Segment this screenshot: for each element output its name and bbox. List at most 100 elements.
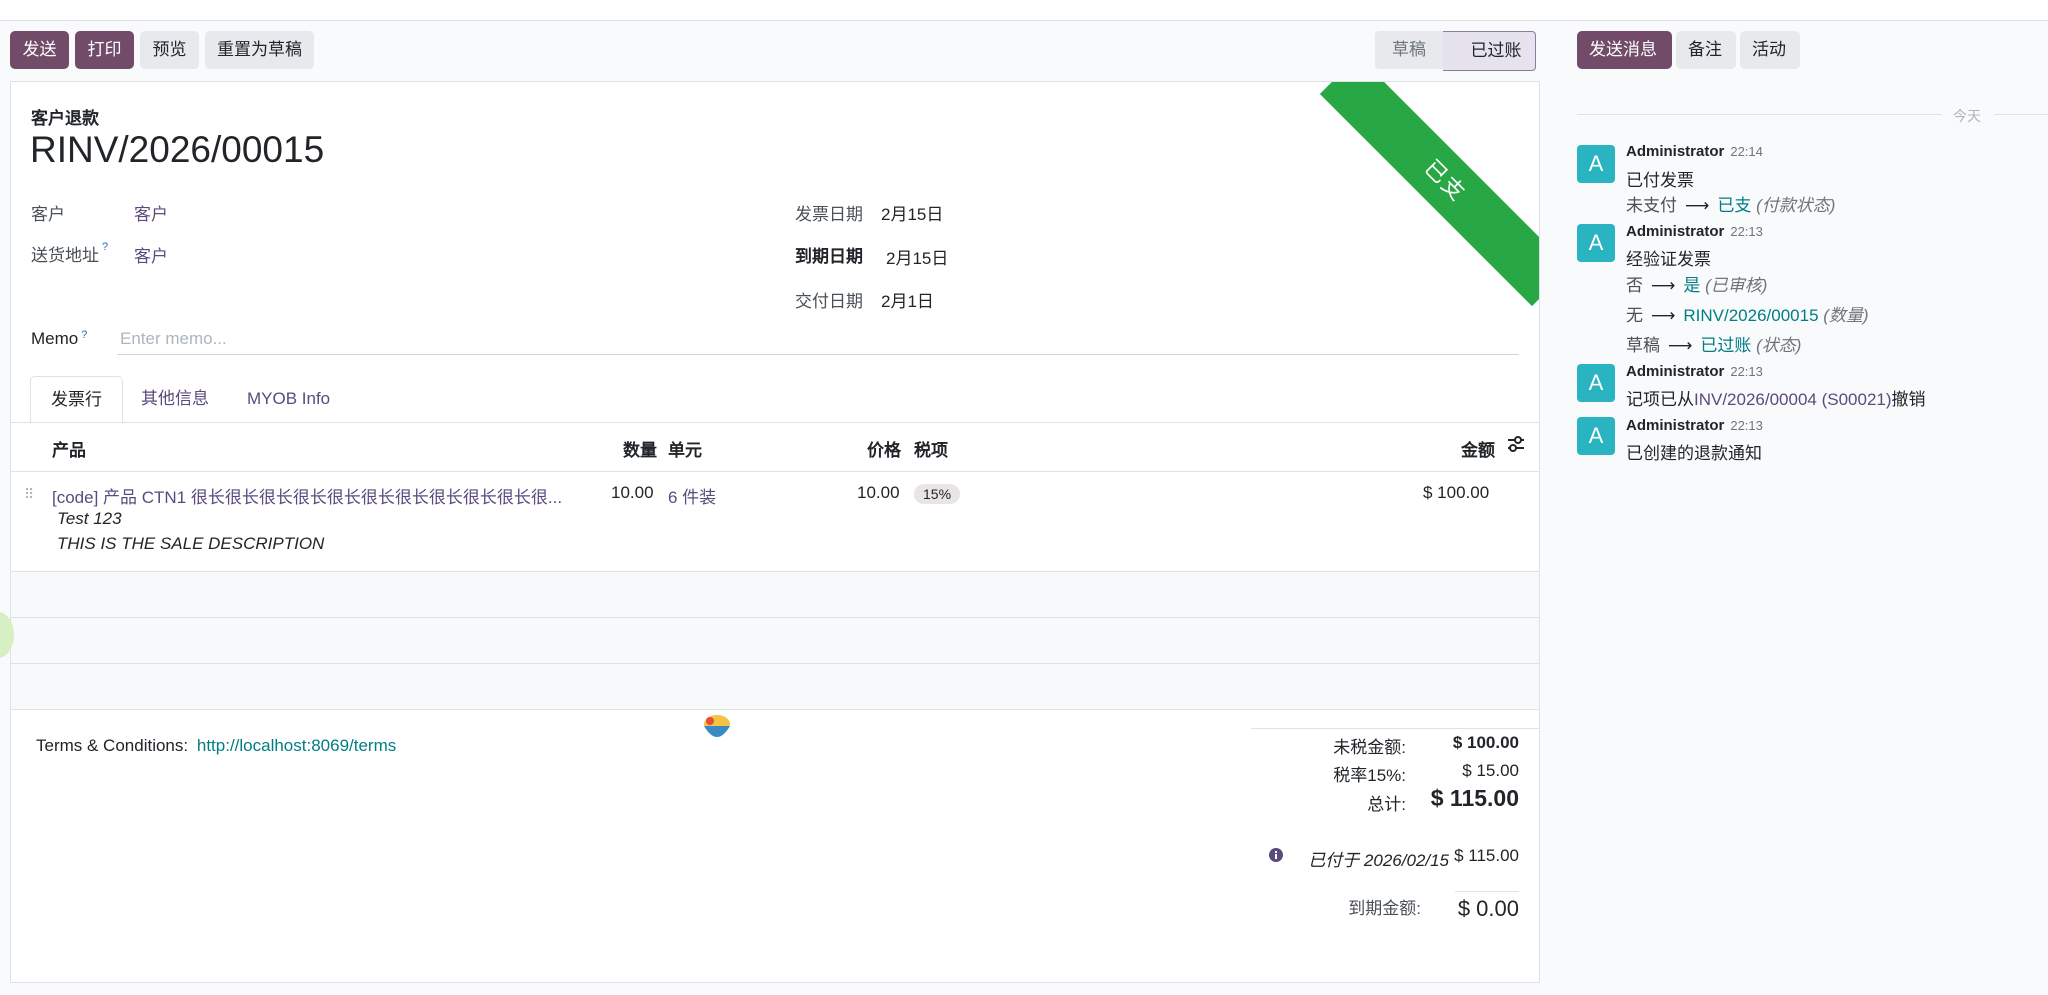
message-body: 记项已从INV/2026/00004 (S00021)撤销 [1626, 385, 1926, 410]
memo-label-text: Memo [31, 329, 79, 348]
amount-cell: $ 100.00 [1423, 483, 1490, 502]
tracking-new: 是 [1683, 276, 1701, 295]
empty-row[interactable] [11, 571, 1539, 617]
col-amount[interactable]: 金额 [1461, 436, 1495, 461]
memo-placeholder: Enter memo... [120, 329, 227, 348]
tax-label: 税率15%: [1333, 766, 1406, 785]
form-sheet: 已支 客户退款 RINV/2026/00015 客户 客户 送货地址? 客户 发… [10, 81, 1540, 983]
invoice-date-field[interactable]: 2月15日 [881, 200, 943, 225]
today-separator: 今天 [1953, 108, 1981, 124]
tracking-old: 未支付 [1626, 196, 1677, 215]
tracking-old: 否 [1626, 276, 1643, 295]
today-divider-left [1577, 114, 1942, 115]
message-time: 22:13 [1730, 224, 1763, 239]
price-cell[interactable]: 10.00 [857, 483, 900, 503]
activities-button[interactable]: 活动 [1740, 31, 1800, 69]
help-icon[interactable]: ? [81, 329, 87, 341]
status-posted[interactable]: 已过账 [1443, 31, 1536, 71]
col-product[interactable]: 产品 [52, 436, 86, 461]
preview-button[interactable]: 预览 [140, 31, 199, 69]
tracking-field: (付款状态) [1756, 196, 1836, 215]
tracking-field: (状态) [1756, 336, 1802, 355]
arrow-right-icon: ⟶ [1651, 306, 1676, 325]
top-navbar [0, 0, 2048, 21]
paid-amount: $ 115.00 [1454, 846, 1519, 865]
column-settings-icon[interactable] [1507, 435, 1525, 458]
status-draft[interactable]: 草稿 [1375, 31, 1443, 69]
log-note-button[interactable]: 备注 [1676, 31, 1736, 69]
table-row[interactable]: ⠿ [code] 产品 CTN1 很长很长很长很长很长很长很长很长很长很长很..… [11, 472, 1539, 553]
customer-label: 客户 [31, 205, 65, 224]
line-description-1: Test 123 [57, 509, 122, 528]
amount-due-value: $ 0.00 [1457, 896, 1519, 921]
untaxed-label: 未税金额: [1333, 738, 1406, 757]
tax-value: $ 15.00 [1462, 761, 1519, 780]
message-body: 经验证发票 [1626, 250, 1711, 269]
tab-myob-info[interactable]: MYOB Info [247, 376, 330, 422]
terms-conditions: Terms & Conditions: http://localhost:806… [36, 736, 396, 756]
untaxed-value: $ 100.00 [1452, 733, 1519, 752]
arrow-right-icon: ⟶ [1668, 336, 1693, 355]
message-author[interactable]: Administrator 22:13 [1626, 417, 1763, 434]
delivery-date-field[interactable]: 2月1日 [881, 287, 934, 312]
help-icon[interactable]: ? [102, 241, 108, 253]
message-body: 已付发票 [1626, 171, 1694, 190]
avatar[interactable]: A [1577, 364, 1615, 402]
reversed-entry-link[interactable]: INV/2026/00004 (S00021) [1694, 390, 1892, 409]
tracking-field: (数量) [1823, 306, 1869, 325]
invoice-date-label: 发票日期 [795, 205, 863, 224]
status-bar: 草稿 已过账 [1375, 31, 1536, 71]
author-name: Administrator [1626, 363, 1725, 380]
empty-row[interactable] [11, 617, 1539, 663]
customer-field[interactable]: 客户 [134, 200, 168, 225]
product-cell[interactable]: [code] 产品 CTN1 很长很长很长很长很长很长很长很长很长很长很... [52, 483, 562, 508]
col-quantity[interactable]: 数量 [623, 436, 657, 461]
avatar[interactable]: A [1577, 224, 1615, 262]
tab-invoice-lines[interactable]: 发票行 [30, 376, 123, 424]
col-price[interactable]: 价格 [867, 436, 901, 461]
today-divider-right [1994, 114, 2048, 115]
col-uom[interactable]: 单元 [668, 436, 702, 461]
totals-divider [1251, 728, 1539, 729]
message-time: 22:13 [1730, 364, 1763, 379]
tab-other-info[interactable]: 其他信息 [141, 376, 209, 422]
print-button[interactable]: 打印 [75, 31, 134, 69]
message-author[interactable]: Administrator 22:14 [1626, 143, 1763, 160]
delivery-address-label-text: 送货地址 [31, 246, 99, 265]
memo-input[interactable]: Enter memo... [117, 324, 1519, 355]
uom-cell[interactable]: 6 件装 [668, 483, 716, 508]
message-time: 22:13 [1730, 418, 1763, 433]
author-name: Administrator [1626, 143, 1725, 160]
due-date-label: 到期日期 [795, 247, 863, 266]
empty-row[interactable] [11, 663, 1539, 709]
tracking-old: 无 [1626, 306, 1643, 325]
avatar[interactable]: A [1577, 145, 1615, 183]
message-author[interactable]: Administrator 22:13 [1626, 223, 1763, 240]
quantity-cell[interactable]: 10.00 [611, 483, 654, 503]
amount-due-label: 到期金额: [1348, 899, 1421, 918]
message-body-suffix: 撤销 [1891, 390, 1926, 409]
avatar[interactable]: A [1577, 417, 1615, 455]
send-button[interactable]: 发送 [10, 31, 69, 69]
terms-link[interactable]: http://localhost:8069/terms [197, 736, 396, 755]
tracking-new: 已过账 [1700, 336, 1752, 355]
delivery-date-label: 交付日期 [795, 292, 863, 311]
drag-handle-icon[interactable]: ⠿ [24, 486, 34, 503]
paid-ribbon: 已支 [1319, 82, 1539, 307]
send-message-button[interactable]: 发送消息 [1577, 31, 1672, 69]
reset-to-draft-button[interactable]: 重置为草稿 [205, 31, 314, 69]
loading-bowl-icon [701, 712, 733, 744]
due-date-field[interactable]: 2月15日 [886, 244, 948, 269]
table-header: 产品 数量 单元 价格 税项 金额 [11, 423, 1539, 472]
tax-badge[interactable]: 15% [914, 484, 961, 504]
message-author[interactable]: Administrator 22:13 [1626, 363, 1763, 380]
author-name: Administrator [1626, 223, 1725, 240]
total-value: $ 115.00 [1430, 785, 1519, 811]
document-type: 客户退款 [31, 109, 99, 128]
message-body-prefix: 记项已从 [1626, 390, 1694, 409]
col-taxes[interactable]: 税项 [914, 436, 948, 461]
tracking-field: (已审核) [1705, 276, 1768, 295]
terms-label: Terms & Conditions: [36, 736, 189, 755]
message-body: 已创建的退款通知 [1626, 444, 1762, 463]
delivery-address-field[interactable]: 客户 [134, 242, 168, 267]
